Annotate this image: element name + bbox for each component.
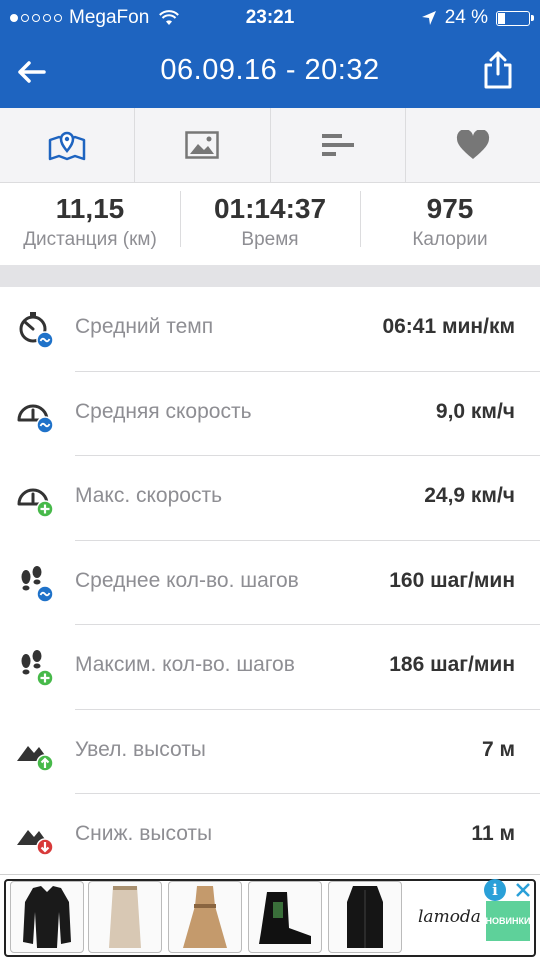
jacket-image	[23, 886, 71, 948]
bar-list-icon	[321, 134, 354, 156]
distance-value: 11,15	[55, 193, 125, 224]
ad-product-boots[interactable]	[248, 881, 322, 953]
stat-label: Средняя скорость	[75, 399, 252, 423]
battery-percent: 24 %	[444, 7, 488, 28]
stat-label: Максим. кол-во. шагов	[75, 653, 295, 676]
share-icon[interactable]	[482, 50, 514, 90]
stat-value: 24,9 км/ч	[424, 484, 515, 507]
stat-value: 9,0 км/ч	[435, 399, 515, 423]
elevation-gain-icon	[17, 745, 54, 772]
tab-map[interactable]	[0, 108, 136, 182]
stat-label: Макс. скорость	[75, 484, 223, 507]
time-value: 01:14:37	[213, 193, 327, 224]
map-pin-icon	[48, 131, 86, 161]
stat-label: Сниж. высоты	[75, 822, 213, 845]
section-divider	[0, 265, 540, 287]
image-icon	[185, 131, 220, 159]
tab-photos[interactable]	[135, 108, 271, 182]
footsteps-average-icon	[21, 565, 54, 603]
ad-product-jacket[interactable]	[10, 881, 84, 953]
ad-product-coat[interactable]	[328, 881, 402, 953]
stat-row-avg-pace: Средний темп 06:41 мин/км	[0, 287, 540, 372]
stats-list: Средний темп 06:41 мин/км Средняя скорос…	[0, 287, 540, 879]
skirt-image	[109, 886, 141, 948]
stat-row-avg-speed: Средняя скорость 9,0 км/ч	[0, 372, 540, 456]
boots-image	[259, 892, 311, 944]
time-label: Время	[241, 229, 299, 250]
stat-value: 186 шаг/мин	[389, 653, 515, 676]
stat-label: Увел. высоты	[75, 737, 206, 761]
coat-image	[347, 886, 383, 948]
calories-label: Калории	[412, 229, 488, 250]
tab-heart-rate[interactable]	[406, 108, 540, 182]
ad-info-icon[interactable]: i	[484, 879, 506, 901]
stat-row-max-speed: Макс. скорость 24,9 км/ч	[0, 456, 540, 541]
stat-row-max-cadence: Максим. кол-во. шагов 186 шаг/мин	[0, 625, 540, 710]
tab-splits[interactable]	[271, 108, 406, 182]
ad-product-skirt[interactable]	[88, 881, 162, 953]
page-title: 06.09.16 - 20:32	[160, 54, 380, 86]
stat-row-elevation-gain: Увел. высоты 7 м	[0, 710, 540, 794]
elevation-loss-icon	[17, 830, 54, 856]
stat-row-avg-cadence: Среднее кол-во. шагов 160 шаг/мин	[0, 541, 540, 625]
stat-value: 06:41 мин/км	[382, 315, 515, 338]
summary-panel: 11,15 Дистанция (км) 01:14:37 Время 975 …	[0, 183, 540, 265]
ad-brand: lamoda	[418, 907, 481, 927]
location-arrow-icon	[421, 11, 436, 25]
battery-icon	[496, 10, 534, 26]
stat-value: 160 шаг/мин	[389, 568, 515, 592]
dress-image	[183, 886, 227, 948]
ad-close-icon[interactable]	[514, 881, 532, 899]
stat-value: 11 м	[471, 822, 515, 845]
heart-icon	[456, 130, 489, 159]
nav-bar: 06.09.16 - 20:32	[0, 36, 540, 108]
stat-label: Среднее кол-во. шагов	[75, 568, 299, 592]
distance-label: Дистанция (км)	[23, 229, 157, 250]
stat-value: 7 м	[481, 737, 515, 761]
top-bar: MegaFon 23:21 24 % 06.09.16 - 20:32	[0, 0, 540, 108]
summary-time: 01:14:37 Время	[180, 183, 360, 265]
summary-calories: 975 Калории	[360, 183, 540, 265]
stopwatch-average-icon	[19, 312, 54, 349]
tab-bar	[0, 108, 540, 183]
stat-label: Средний темп	[75, 315, 214, 338]
speedometer-max-icon	[17, 488, 54, 518]
calories-value: 975	[426, 193, 474, 224]
battery-fill	[498, 12, 505, 24]
stat-row-elevation-loss: Сниж. высоты 11 м	[0, 794, 540, 879]
summary-distance: 11,15 Дистанция (км)	[0, 183, 180, 265]
ad-badge: НОВИНКИ	[486, 901, 530, 941]
status-bar: MegaFon 23:21 24 %	[0, 0, 540, 36]
ad-banner[interactable]: lamoda НОВИНКИ i	[0, 874, 540, 961]
footsteps-max-icon	[21, 650, 54, 687]
ad-product-dress[interactable]	[168, 881, 242, 953]
speedometer-average-icon	[17, 404, 54, 434]
